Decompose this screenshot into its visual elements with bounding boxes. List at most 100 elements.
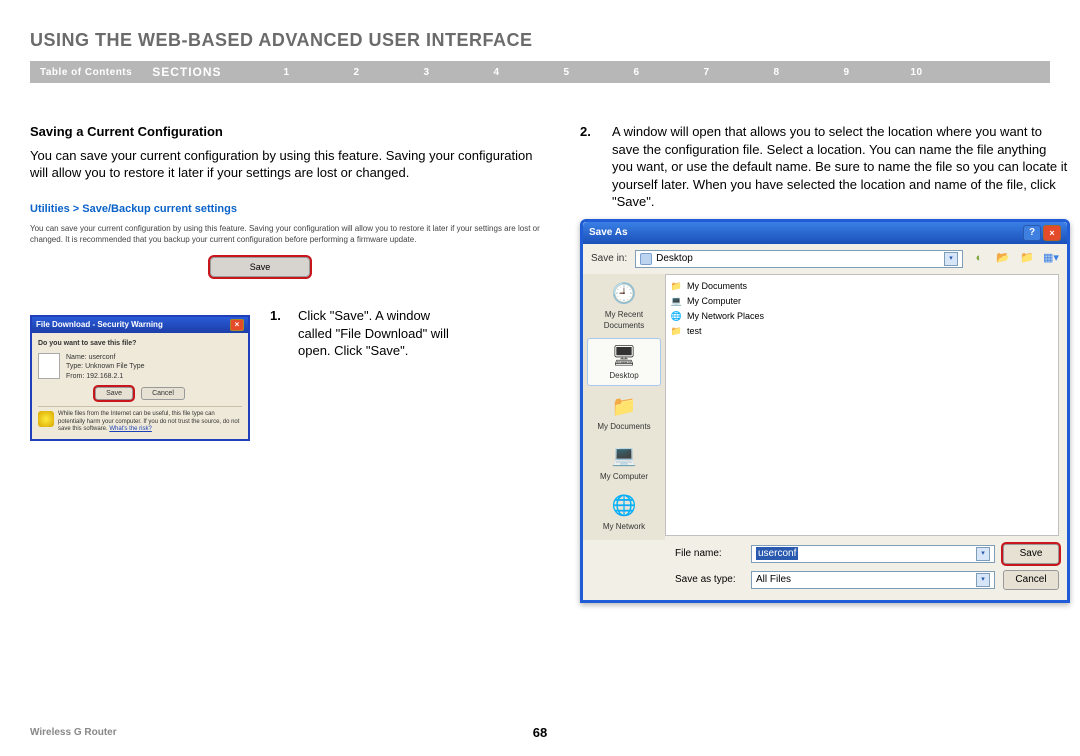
nav-6[interactable]: 6	[602, 67, 672, 78]
computer-icon: 💻	[610, 443, 638, 471]
filename-input[interactable]: userconf▾	[751, 545, 995, 563]
dialog-buttons: Save Cancel	[38, 387, 242, 400]
up-icon[interactable]: 📂	[995, 251, 1011, 267]
intro-para: You can save your current configuration …	[30, 147, 550, 182]
step-1-text-block: 1. Click "Save". A window called "File D…	[270, 307, 458, 441]
right-column: 2. A window will open that allows you to…	[580, 123, 1070, 603]
side-computer[interactable]: 💻My Computer	[587, 440, 661, 486]
left-column: Saving a Current Configuration You can s…	[30, 123, 550, 603]
close-icon[interactable]: ×	[230, 319, 244, 331]
nav-3[interactable]: 3	[392, 67, 462, 78]
warning-text: While files from the Internet can be use…	[58, 411, 242, 433]
list-item[interactable]: 📁 test	[670, 324, 1054, 339]
nav-7[interactable]: 7	[672, 67, 742, 78]
view-menu-icon[interactable]: ▦▾	[1043, 251, 1059, 267]
chevron-down-icon[interactable]: ▾	[944, 252, 958, 266]
side-recent-label: My Recent Documents	[587, 310, 661, 332]
type-value: Unknown File Type	[85, 363, 144, 370]
step-1-row: File Download - Security Warning × Do yo…	[30, 307, 550, 441]
type-label: Type:	[66, 363, 83, 370]
dialog-body: Do you want to save this file? Name: use…	[32, 333, 248, 439]
side-network-label: My Network	[603, 522, 645, 533]
desktop-icon	[640, 253, 652, 265]
save-button-screenshot: Save	[210, 257, 550, 277]
tiny-description: You can save your current configuration …	[30, 224, 550, 245]
chevron-down-icon[interactable]: ▾	[976, 547, 990, 561]
item-label: My Computer	[687, 295, 741, 307]
chevron-down-icon[interactable]: ▾	[976, 573, 990, 587]
item-label: My Documents	[687, 280, 747, 292]
nav-8[interactable]: 8	[742, 67, 812, 78]
savein-dropdown[interactable]: Desktop ▾	[635, 250, 963, 268]
save-button[interactable]: Save	[210, 257, 310, 277]
subheading: Saving a Current Configuration	[30, 123, 550, 141]
file-meta: Name: userconf Type: Unknown File Type F…	[66, 353, 144, 381]
warn-link[interactable]: What's the risk?	[109, 426, 152, 432]
folder-icon: 📁	[670, 280, 683, 293]
toc-link[interactable]: Table of Contents	[40, 67, 132, 78]
saveas-file-pane[interactable]: 📁 My Documents 💻My Computer 🌐My Network P…	[665, 274, 1059, 536]
step-1-text: Click "Save". A window called "File Down…	[298, 307, 458, 441]
manual-page: USING THE WEB-BASED ADVANCED USER INTERF…	[0, 0, 1080, 756]
recent-icon: 🕘	[610, 281, 638, 309]
dlg-save-button[interactable]: Save	[95, 387, 133, 400]
side-network[interactable]: 🌐My Network	[587, 490, 661, 536]
side-desktop-label: Desktop	[609, 371, 638, 382]
nav-4[interactable]: 4	[462, 67, 532, 78]
item-label: test	[687, 325, 702, 337]
name-label: Name:	[66, 354, 87, 361]
list-item[interactable]: 📁 My Documents	[670, 279, 1054, 294]
saveas-title: Save As	[589, 226, 628, 240]
saveas-main: 🕘My Recent Documents 🖥Desktop 📁 My Docume…	[583, 274, 1067, 540]
nav-9[interactable]: 9	[812, 67, 882, 78]
side-computer-label: My Computer	[600, 472, 648, 483]
side-documents[interactable]: 📁My Documents	[587, 390, 661, 436]
network-icon: 🌐	[670, 310, 683, 323]
close-icon[interactable]: ×	[1043, 225, 1061, 241]
file-icon	[38, 353, 60, 379]
saveas-sidebar: 🕘My Recent Documents 🖥Desktop 📁My Docume…	[583, 274, 665, 540]
new-folder-icon[interactable]: 📁	[1019, 251, 1035, 267]
page-number: 68	[533, 725, 547, 740]
back-icon[interactable]: ◐	[971, 251, 987, 267]
filetype-dropdown[interactable]: All Files ▾	[751, 571, 995, 589]
sections-label: SECTIONS	[152, 65, 221, 79]
saveas-cancel-button[interactable]: Cancel	[1003, 570, 1059, 590]
step-2-num: 2.	[580, 123, 598, 211]
filetype-label: Save as type:	[675, 573, 743, 587]
savein-value: Desktop	[656, 252, 693, 266]
side-desktop[interactable]: 🖥Desktop	[587, 338, 661, 386]
filename-row: File name: userconf▾ Save	[675, 544, 1059, 564]
list-item[interactable]: 💻My Computer	[670, 294, 1054, 309]
utility-breadcrumb: Utilities > Save/Backup current settings	[30, 202, 550, 217]
saveas-top-row: Save in: Desktop ▾ ◐ 📂 📁 ▦▾	[583, 244, 1067, 274]
nav-1[interactable]: 1	[252, 67, 322, 78]
nav-5[interactable]: 5	[532, 67, 602, 78]
help-icon[interactable]: ?	[1023, 225, 1041, 241]
filetype-value: All Files	[756, 573, 791, 587]
side-recent[interactable]: 🕘My Recent Documents	[587, 278, 661, 335]
file-download-dialog: File Download - Security Warning × Do yo…	[30, 315, 250, 441]
nav-10[interactable]: 10	[882, 67, 952, 78]
section-nav: Table of Contents SECTIONS 1 2 3 4 5 6 7…	[30, 61, 1050, 83]
saveas-titlebar: Save As ? ×	[583, 222, 1067, 244]
filetype-row: Save as type: All Files ▾ Cancel	[675, 570, 1059, 590]
nav-2[interactable]: 2	[322, 67, 392, 78]
dialog-titlebar: File Download - Security Warning ×	[32, 317, 248, 333]
step-2-row: 2. A window will open that allows you to…	[580, 123, 1070, 211]
page-footer: Wireless G Router 68	[30, 727, 1050, 738]
network-icon: 🌐	[610, 493, 638, 521]
content-columns: Saving a Current Configuration You can s…	[30, 123, 1050, 603]
desktop-icon: 🖥	[610, 342, 638, 370]
folder-icon: 📁	[670, 325, 683, 338]
step-1-num: 1.	[270, 307, 288, 441]
warning-icon	[38, 411, 54, 427]
dialog-info: Name: userconf Type: Unknown File Type F…	[38, 353, 242, 381]
saveas-save-button[interactable]: Save	[1003, 544, 1059, 564]
from-value: 192.168.2.1	[86, 373, 123, 380]
list-item[interactable]: 🌐My Network Places	[670, 309, 1054, 324]
dlg-cancel-button[interactable]: Cancel	[141, 387, 185, 400]
savein-label: Save in:	[591, 252, 627, 266]
saveas-bottom: File name: userconf▾ Save Save as type: …	[583, 540, 1067, 600]
step-2-text: A window will open that allows you to se…	[612, 123, 1070, 211]
